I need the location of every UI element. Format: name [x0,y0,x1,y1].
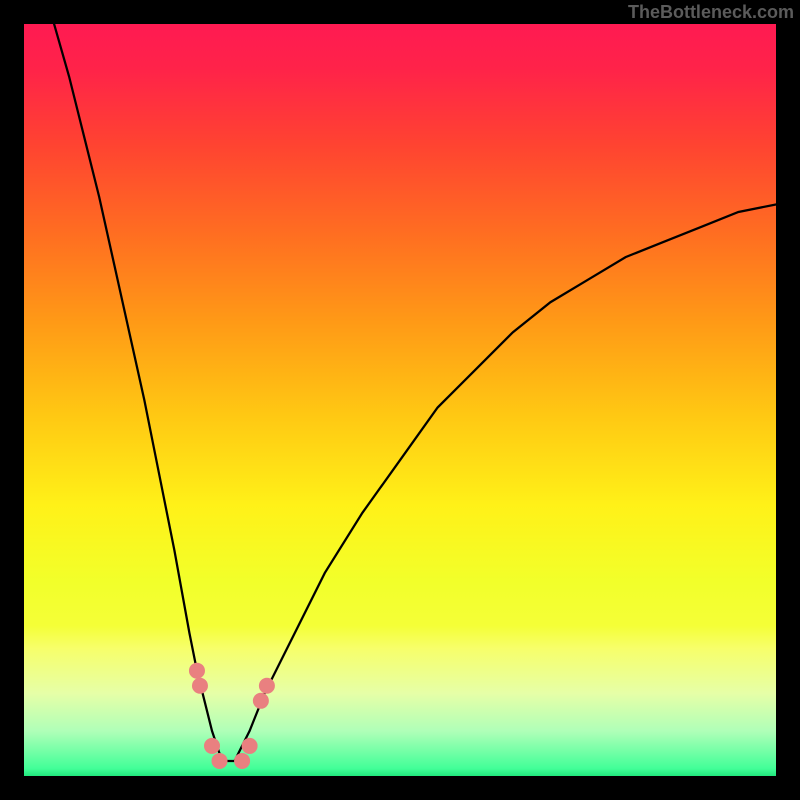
gradient-rect [24,24,776,776]
frame: TheBottleneck.com [0,0,800,800]
gradient-background [24,24,776,776]
plot-area [24,24,776,776]
attribution-text: TheBottleneck.com [628,2,794,23]
